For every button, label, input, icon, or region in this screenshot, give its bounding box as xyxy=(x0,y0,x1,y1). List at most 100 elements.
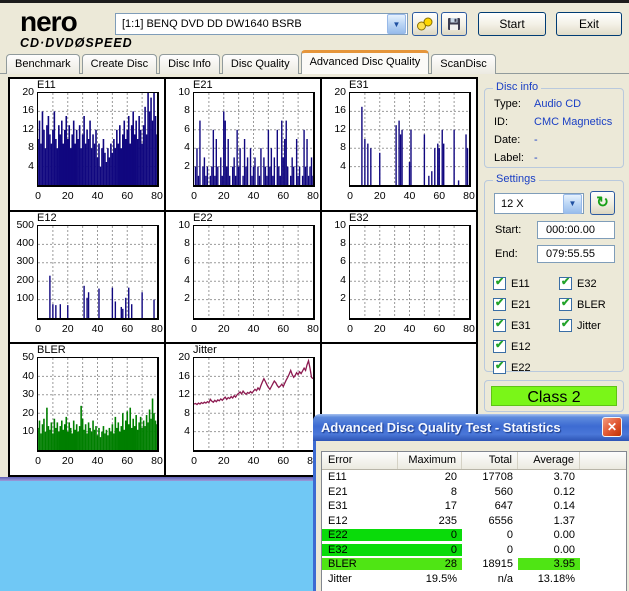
stats-cell: 0 xyxy=(462,529,518,541)
disc-info-title: Disc info xyxy=(493,81,541,93)
y-tick-label: 12 xyxy=(322,123,346,135)
x-tick-label: 20 xyxy=(62,190,74,202)
stats-row-bler: BLER28189153.95 xyxy=(322,557,626,572)
checkbox-jitter[interactable]: ✔Jitter xyxy=(559,315,606,336)
speed-select-value: 12 X xyxy=(495,198,562,210)
column-header-error[interactable]: Error xyxy=(322,452,398,469)
checkbox-e31[interactable]: ✔E31 xyxy=(493,315,531,336)
disc-info-row: ID:CMC Magnetics xyxy=(485,113,623,131)
y-tick-label: 6 xyxy=(322,255,346,267)
checkbox-box: ✔ xyxy=(493,340,506,353)
checkbox-e11[interactable]: ✔E11 xyxy=(493,273,531,294)
checkbox-box: ✔ xyxy=(493,361,506,374)
save-icon xyxy=(447,17,461,31)
x-tick-label: 60 xyxy=(121,323,133,335)
y-tick-label: 20 xyxy=(322,86,346,98)
checkbox-e21[interactable]: ✔ E21 xyxy=(493,294,531,315)
stats-cell: 0.12 xyxy=(518,486,580,498)
stats-cell: 3.95 xyxy=(518,558,580,570)
checkbox-e12[interactable]: ✔E12 xyxy=(493,336,531,357)
x-tick-label: 0 xyxy=(191,190,197,202)
y-tick-label: 10 xyxy=(166,219,190,231)
y-tick-label: 8 xyxy=(166,237,190,249)
y-tick-label: 500 xyxy=(10,219,34,231)
stats-cell: 1.37 xyxy=(518,515,580,527)
drive-select[interactable]: [1:1] BENQ DVD DD DW1640 BSRB ▼ xyxy=(115,13,408,35)
column-header-total[interactable]: Total xyxy=(462,452,518,469)
stats-cell: E12 xyxy=(322,515,398,527)
stats-row-e21: E2185600.12 xyxy=(322,485,626,500)
tab-bar: BenchmarkCreate DiscDisc InfoDisc Qualit… xyxy=(6,53,496,74)
checkbox-box: ✔ xyxy=(559,298,572,311)
popup-title: Advanced Disc Quality Test - Statistics xyxy=(313,414,629,435)
check-icon: ✔ xyxy=(495,275,504,288)
chart-title: E12 xyxy=(37,212,57,224)
y-tick-label: 6 xyxy=(166,123,190,135)
save-button[interactable] xyxy=(441,12,467,36)
stats-cell: 17708 xyxy=(462,471,518,483)
checkbox-bler[interactable]: ✔BLER xyxy=(559,294,606,315)
disc-info-panel: Disc info Type:Audio CDID:CMC MagneticsD… xyxy=(484,88,624,168)
y-tick-label: 6 xyxy=(166,255,190,267)
chart-bler: BLER1020304050020406080 xyxy=(10,344,164,475)
checkbox-label: E21 xyxy=(511,299,531,311)
y-tick-label: 10 xyxy=(166,86,190,98)
tab-disc-info[interactable]: Disc Info xyxy=(159,54,220,74)
checkbox-column-left: ✔E11✔E21✔E31✔E12✔E22 xyxy=(493,273,531,378)
tab-create-disc[interactable]: Create Disc xyxy=(82,54,157,74)
x-tick-label: 40 xyxy=(248,455,260,467)
column-header-maximum[interactable]: Maximum xyxy=(398,452,462,469)
stats-cell: 19.5% xyxy=(398,573,462,585)
start-button[interactable]: Start xyxy=(478,12,546,36)
statistics-table-rows: E1120177083.70E2185600.12E31176470.14E12… xyxy=(322,470,626,586)
y-tick-label: 400 xyxy=(10,237,34,249)
chart-plot xyxy=(349,92,471,187)
column-header-average[interactable]: Average xyxy=(518,452,580,469)
stats-cell: 560 xyxy=(462,486,518,498)
disc-info-value: CMC Magnetics xyxy=(534,116,612,128)
close-button[interactable]: ✕ xyxy=(602,417,622,437)
checkbox-box: ✔ xyxy=(493,298,506,311)
chevron-down-icon[interactable]: ▼ xyxy=(563,194,582,214)
stats-cell: E21 xyxy=(322,486,398,498)
stats-cell: 8 xyxy=(398,486,462,498)
tab-advanced-disc-quality[interactable]: Advanced Disc Quality xyxy=(301,50,430,74)
chart-e11: E1148121620020406080 xyxy=(10,79,164,210)
start-time-field[interactable]: 000:00.00 xyxy=(537,221,615,239)
disc-info-value: - xyxy=(534,152,538,164)
check-icon: ✔ xyxy=(561,296,570,309)
stats-cell: 0 xyxy=(398,529,462,541)
disc-info-label: Label: xyxy=(494,152,534,164)
popup-title-bar[interactable]: Advanced Disc Quality Test - Statistics … xyxy=(313,414,629,441)
chart-e21: E21246810020406080 xyxy=(166,79,320,210)
checkbox-box: ✔ xyxy=(559,319,572,332)
y-tick-label: 8 xyxy=(322,141,346,153)
chevron-down-icon[interactable]: ▼ xyxy=(387,14,406,34)
end-time-field[interactable]: 079:55.55 xyxy=(537,245,615,263)
exit-button[interactable]: Exit xyxy=(556,12,622,36)
checkbox-e32[interactable]: ✔E32 xyxy=(559,273,606,294)
y-tick-label: 20 xyxy=(10,86,34,98)
tab-scandisc[interactable]: ScanDisc xyxy=(431,54,495,74)
checkbox-e22[interactable]: ✔E22 xyxy=(493,357,531,378)
chart-plot xyxy=(193,92,315,187)
chart-title: Jitter xyxy=(193,344,217,356)
y-tick-label: 2 xyxy=(166,160,190,172)
eject-button[interactable] xyxy=(412,12,438,36)
speed-select[interactable]: 12 X ▼ xyxy=(494,193,584,214)
refresh-button[interactable]: ↻ xyxy=(590,191,615,215)
y-tick-label: 40 xyxy=(10,370,34,382)
end-time-label: End: xyxy=(495,248,518,260)
y-tick-label: 10 xyxy=(322,219,346,231)
stats-cell: 28 xyxy=(398,558,462,570)
stats-cell: E32 xyxy=(322,544,398,556)
y-tick-label: 2 xyxy=(166,292,190,304)
chart-title: E32 xyxy=(349,212,369,224)
stats-row-e31: E31176470.14 xyxy=(322,499,626,514)
check-icon: ✔ xyxy=(495,359,504,372)
tab-disc-quality[interactable]: Disc Quality xyxy=(222,54,299,74)
stats-row-jitter: Jitter19.5%n/a13.18% xyxy=(322,572,626,587)
disc-info-row: Date:- xyxy=(485,131,623,149)
tab-benchmark[interactable]: Benchmark xyxy=(6,54,80,74)
x-tick-label: 20 xyxy=(374,190,386,202)
